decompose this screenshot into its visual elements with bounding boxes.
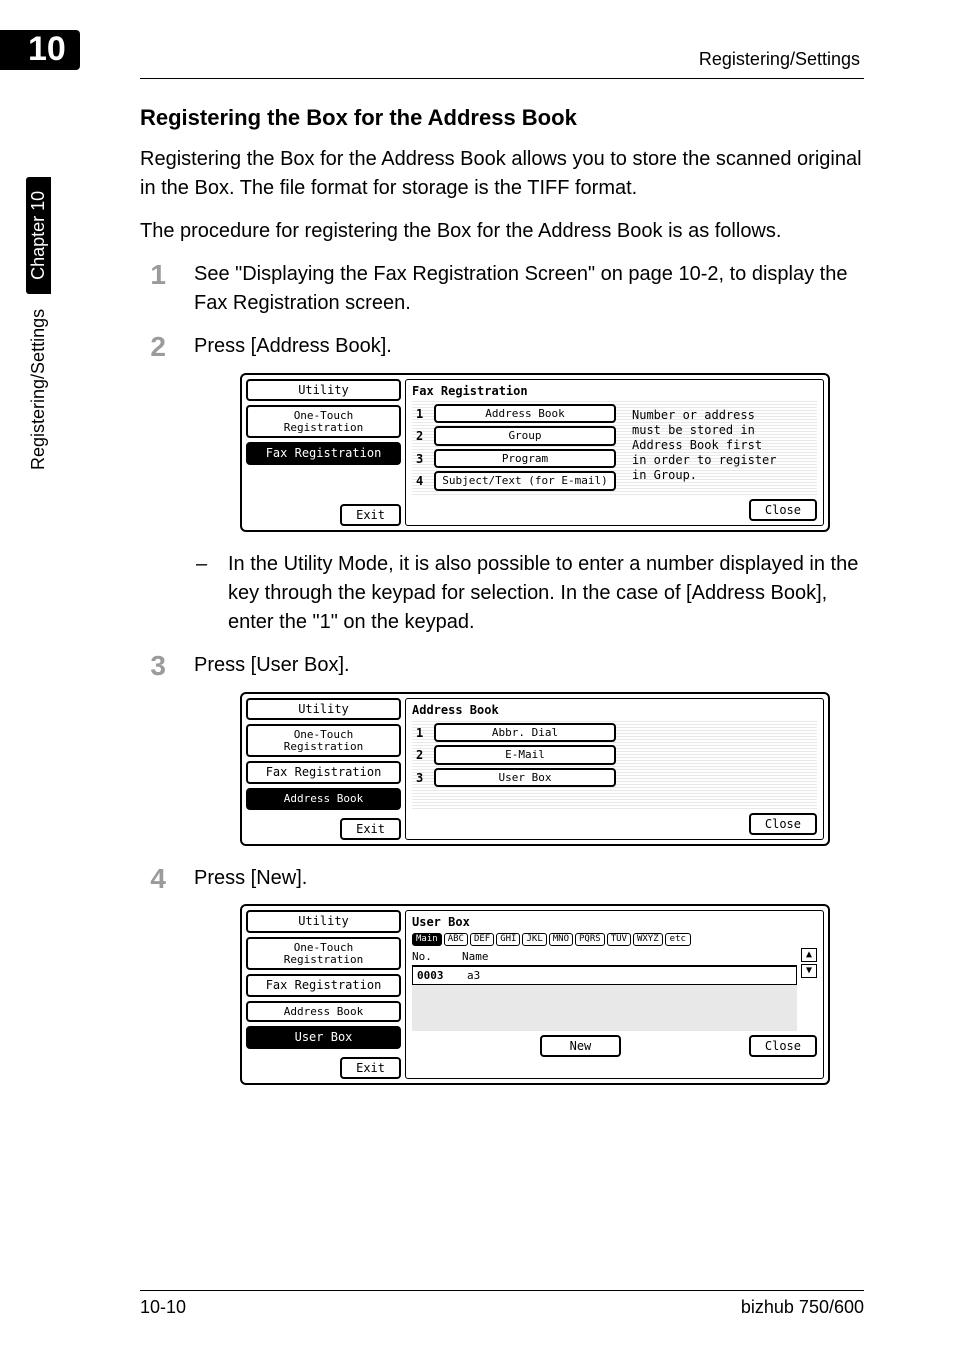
lcd1-m3-num: 3 [416, 452, 430, 466]
step-4-text: Press [New]. [194, 864, 864, 893]
sublist-text: In the Utility Mode, it is also possible… [228, 550, 864, 637]
lcd3-scroll-up[interactable]: ▲ [801, 948, 817, 962]
footer-page-number: 10-10 [140, 1297, 186, 1318]
lcd3-row-name: a3 [467, 969, 480, 982]
step-2-number: 2 [140, 332, 166, 363]
step-4: 4 Press [New]. [140, 864, 864, 895]
lcd1-m3-btn[interactable]: Program [434, 449, 616, 469]
lcd1-tab-onetouch[interactable]: One-Touch Registration [246, 405, 401, 438]
lcd1-close-button[interactable]: Close [749, 499, 817, 521]
lcd1-hint-l1: Number or address [632, 408, 807, 423]
lcd3-tab-ghi[interactable]: GHI [496, 933, 520, 946]
lcd3-index-tabs: Main ABC DEF GHI JKL MNO PQRS TUV WXYZ e… [412, 931, 817, 948]
sublist-dash: – [196, 550, 210, 637]
lcd3-tab-tuv[interactable]: TUV [607, 933, 631, 946]
lcd1-hint-l5: in Group. [632, 468, 807, 483]
lcd3-tab-userbox[interactable]: User Box [246, 1026, 401, 1049]
step-4-number: 4 [140, 864, 166, 895]
lcd1-m1-num: 1 [416, 407, 430, 421]
lcd3-tab-abc[interactable]: ABC [444, 933, 468, 946]
lcd-user-box: Utility One-Touch Registration Fax Regis… [240, 904, 830, 1084]
lcd2-tab-address[interactable]: Address Book [246, 788, 401, 810]
lcd2-m1-num: 1 [416, 726, 430, 740]
lcd2-tab-faxreg[interactable]: Fax Registration [246, 761, 401, 784]
section-title: Registering the Box for the Address Book [140, 105, 864, 131]
lcd2-m2-num: 2 [416, 748, 430, 762]
step-1-text: See "Displaying the Fax Registration Scr… [194, 260, 864, 318]
lcd3-tab-def[interactable]: DEF [470, 933, 494, 946]
lcd2-tab-utility[interactable]: Utility [246, 698, 401, 721]
footer-model: bizhub 750/600 [741, 1297, 864, 1318]
lcd1-hint: Number or address must be stored in Addr… [626, 404, 813, 487]
step-2-text: Press [Address Book]. [194, 332, 864, 361]
lcd3-row-0003[interactable]: 0003 a3 [412, 966, 797, 985]
lcd1-title: Fax Registration [412, 384, 817, 400]
paragraph-1: Registering the Box for the Address Book… [140, 145, 864, 203]
step-1: 1 See "Displaying the Fax Registration S… [140, 260, 864, 318]
lcd3-tab-etc[interactable]: etc [665, 933, 691, 946]
step-3-number: 3 [140, 651, 166, 682]
lcd3-tab-jkl[interactable]: JKL [522, 933, 546, 946]
lcd3-row-no: 0003 [417, 969, 457, 982]
lcd3-close-button[interactable]: Close [749, 1035, 817, 1057]
lcd1-m2-num: 2 [416, 429, 430, 443]
lcd-address-book: Utility One-Touch Registration Fax Regis… [240, 692, 830, 846]
lcd3-tab-utility[interactable]: Utility [246, 910, 401, 933]
lcd3-tab-mno[interactable]: MNO [549, 933, 573, 946]
lcd2-m1-btn[interactable]: Abbr. Dial [434, 723, 616, 743]
lcd3-tab-onetouch[interactable]: One-Touch Registration [246, 937, 401, 970]
lcd1-tab-faxreg[interactable]: Fax Registration [246, 442, 401, 465]
page-footer: 10-10 bizhub 750/600 [140, 1290, 864, 1318]
lcd3-exit-button[interactable]: Exit [340, 1057, 401, 1079]
step-2: 2 Press [Address Book]. [140, 332, 864, 363]
lcd3-empty-rows [412, 985, 797, 1031]
lcd3-col-name: Name [462, 950, 489, 963]
lcd3-title: User Box [412, 915, 817, 931]
chapter-number: 10 [28, 30, 66, 68]
lcd-fax-registration: Utility One-Touch Registration Fax Regis… [240, 373, 830, 532]
lcd1-m1-btn[interactable]: Address Book [434, 404, 616, 424]
lcd2-title: Address Book [412, 703, 817, 719]
lcd1-exit-button[interactable]: Exit [340, 504, 401, 526]
lcd1-hint-l2: must be stored in [632, 423, 807, 438]
lcd3-col-no: No. [412, 950, 452, 963]
side-tab-chapter: Chapter 10 [26, 177, 51, 294]
lcd2-m3-num: 3 [416, 771, 430, 785]
lcd3-scroll-down[interactable]: ▼ [801, 964, 817, 978]
lcd3-tab-faxreg[interactable]: Fax Registration [246, 974, 401, 997]
running-title: Registering/Settings [699, 49, 864, 70]
lcd2-tab-onetouch[interactable]: One-Touch Registration [246, 724, 401, 757]
lcd3-tab-pqrs[interactable]: PQRS [575, 933, 605, 946]
lcd2-m3-btn[interactable]: User Box [434, 768, 616, 788]
lcd2-m2-btn[interactable]: E-Mail [434, 745, 616, 765]
lcd1-m2-btn[interactable]: Group [434, 426, 616, 446]
chapter-badge: 10 [0, 30, 80, 70]
step-1-number: 1 [140, 260, 166, 291]
lcd1-tab-utility[interactable]: Utility [246, 379, 401, 402]
running-head: 10 Registering/Settings [140, 30, 864, 79]
lcd3-tab-main[interactable]: Main [412, 933, 442, 946]
step-3-text: Press [User Box]. [194, 651, 864, 680]
step-3: 3 Press [User Box]. [140, 651, 864, 682]
lcd1-m4-num: 4 [416, 474, 430, 488]
lcd2-close-button[interactable]: Close [749, 813, 817, 835]
lcd2-exit-button[interactable]: Exit [340, 818, 401, 840]
lcd3-tab-wxyz[interactable]: WXYZ [633, 933, 663, 946]
step-2-sublist: – In the Utility Mode, it is also possib… [196, 550, 864, 637]
lcd1-hint-l3: Address Book first [632, 438, 807, 453]
lcd1-m4-btn[interactable]: Subject/Text (for E-mail) [434, 471, 616, 491]
lcd3-new-button[interactable]: New [540, 1035, 622, 1057]
side-tab-text: Registering/Settings [28, 309, 48, 470]
side-tab: Registering/Settings Chapter 10 [26, 177, 51, 470]
paragraph-2: The procedure for registering the Box fo… [140, 217, 864, 246]
lcd3-table-header: No. Name [412, 948, 797, 966]
lcd1-hint-l4: in order to register [632, 453, 807, 468]
lcd3-tab-address[interactable]: Address Book [246, 1001, 401, 1023]
